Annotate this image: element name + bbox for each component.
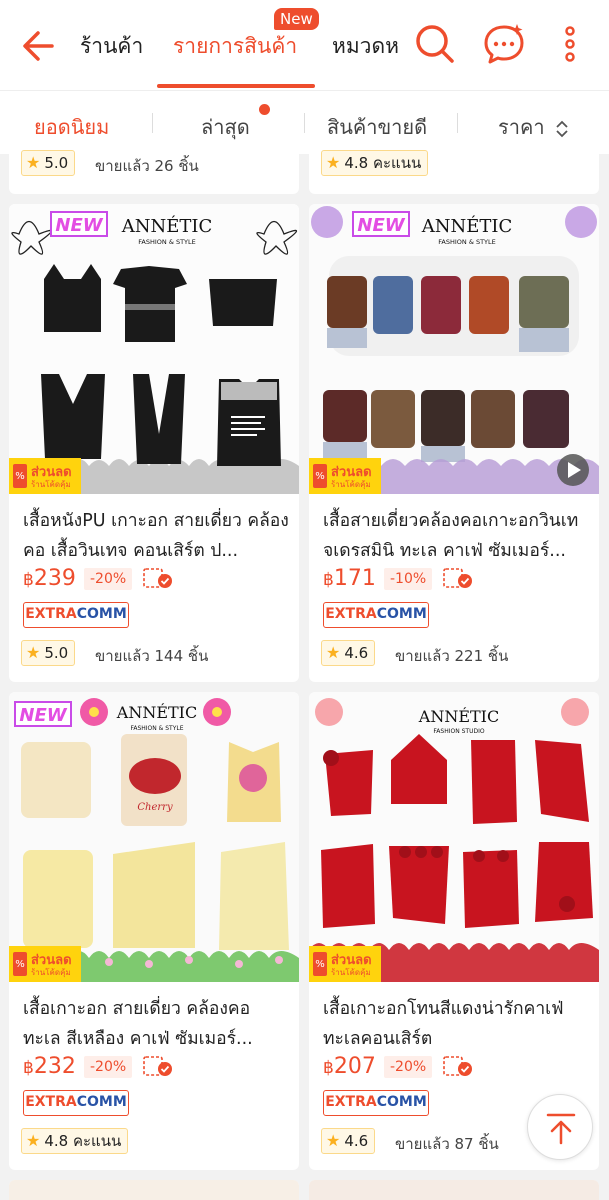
percent-icon: % <box>313 464 327 488</box>
discount-badge: -20% <box>84 568 133 590</box>
brand-logo: ANNÉTIC <box>116 702 197 722</box>
rating-badge: ★ 4.8 คะแนน <box>321 150 429 176</box>
product-card-partial[interactable] <box>9 1180 299 1200</box>
extra-comm-badge: EXTRACOMM <box>323 1090 429 1116</box>
extra-comm-badge: EXTRACOMM <box>23 1090 129 1116</box>
new-dot-indicator <box>259 104 270 115</box>
coupon-icon <box>443 1056 472 1076</box>
product-card-partial[interactable] <box>309 1180 599 1200</box>
product-price: ฿232 <box>23 1054 76 1079</box>
divider <box>152 113 153 133</box>
sort-arrows-icon <box>556 120 568 137</box>
extra-comm-badge: EXTRACOMM <box>23 602 129 628</box>
product-title: เสื้อสายเดี่ยวคล้องคอเกาะอกวินเทจเดรสมิน… <box>323 511 579 561</box>
new-tag: NEW <box>19 705 67 726</box>
promo-badge: % ส่วนลด ร้านโค้ดคุ้ม <box>309 458 381 494</box>
divider <box>304 113 305 133</box>
discount-badge: -20% <box>384 1056 433 1078</box>
product-card-partial[interactable]: ★ 5.0 ขายแล้ว 26 ชิ้น <box>9 150 299 194</box>
new-badge: New <box>274 8 319 30</box>
sort-best-selling[interactable]: สินค้าขายดี <box>327 111 427 143</box>
active-tab-indicator <box>157 84 315 88</box>
product-image: NEW ANNÉTIC FASHION & STYLE % ส่วนลด ร้า… <box>9 204 299 494</box>
star-icon: ★ <box>326 643 341 662</box>
brand-logo: ANNÉTIC <box>121 214 213 237</box>
product-title: เสื้อหนังPU เกาะอก สายเดี่ยว คล้องคอ เสื… <box>23 511 289 561</box>
product-image: NEW ANNÉTIC FASHION & STYLE % ส่วนลด ร้า… <box>309 204 599 494</box>
tab-shop[interactable]: ร้านค้า <box>80 30 143 63</box>
rating-badge: ★ 4.6 <box>321 640 376 666</box>
star-icon: ★ <box>326 153 341 172</box>
brand-tagline: FASHION STUDIO <box>433 728 484 735</box>
brand-logo: ANNÉTIC <box>421 214 513 237</box>
new-tag: NEW <box>357 215 405 236</box>
product-price: ฿207 <box>323 1054 376 1079</box>
product-image <box>309 1180 599 1200</box>
back-arrow-icon[interactable] <box>18 26 58 66</box>
sold-count: ขายแล้ว 144 ชิ้น <box>95 647 209 665</box>
brand-tagline: FASHION & STYLE <box>438 238 496 246</box>
product-title: เสื้อเกาะอก สายเดี่ยว คล้องคอ ทะเล สีเหล… <box>23 999 253 1049</box>
sort-popular[interactable]: ยอดนิยม <box>34 111 109 143</box>
percent-icon: % <box>13 952 27 976</box>
product-image: NEW ANNÉTIC FASHION & STYLE Cherry % ส่ว… <box>9 692 299 982</box>
percent-icon: % <box>313 952 327 976</box>
star-icon: ★ <box>26 153 41 172</box>
rating-badge: ★ 4.8 คะแนน <box>21 1128 129 1154</box>
search-icon[interactable] <box>413 22 457 66</box>
brand-tagline: FASHION & STYLE <box>138 238 196 246</box>
scroll-to-top-button[interactable] <box>527 1094 593 1160</box>
coupon-icon <box>143 568 172 588</box>
star-icon: ★ <box>326 1131 341 1150</box>
discount-badge: -10% <box>384 568 433 590</box>
promo-badge: % ส่วนลด ร้านโค้ดคุ้ม <box>9 458 81 494</box>
product-image <box>9 1180 299 1200</box>
sold-count: ขายแล้ว 26 ชิ้น <box>95 157 199 175</box>
divider <box>457 113 458 133</box>
rating-badge: ★ 4.6 <box>321 1128 376 1154</box>
product-card[interactable]: NEW ANNÉTIC FASHION & STYLE % ส่วนลด ร้า… <box>309 204 599 682</box>
product-card-partial[interactable]: ★ 4.8 คะแนน <box>309 150 599 194</box>
chat-icon[interactable] <box>482 22 526 66</box>
percent-icon: % <box>13 464 27 488</box>
product-title: เสื้อเกาะอกโทนสีแดงน่ารักคาเฟ่ทะเลคอนเสิ… <box>323 999 564 1049</box>
sort-bar: ยอดนิยม ล่าสุด สินค้าขายดี ราคา <box>0 90 609 154</box>
top-bar: ร้านค้า รายการสินค้า New หมวดหมู่ <box>0 0 609 90</box>
brand-logo: ANNÉTIC <box>418 706 499 726</box>
product-price: ฿171 <box>323 566 376 591</box>
rating-badge: ★ 5.0 <box>21 150 76 176</box>
new-tag: NEW <box>55 215 103 236</box>
more-vertical-icon[interactable] <box>550 22 590 66</box>
sold-count: ขายแล้ว 87 ชิ้น <box>395 1135 499 1153</box>
product-card[interactable]: NEW ANNÉTIC FASHION & STYLE % ส่วนลด ร้า… <box>9 204 299 682</box>
svg-text:Cherry: Cherry <box>137 802 173 813</box>
extra-comm-badge: EXTRACOMM <box>323 602 429 628</box>
sort-price[interactable]: ราคา <box>498 111 569 143</box>
rating-badge: ★ 5.0 <box>21 640 76 666</box>
promo-badge: % ส่วนลด ร้านโค้ดคุ้ม <box>9 946 81 982</box>
tab-categories[interactable]: หมวดหมู่ <box>332 30 400 63</box>
coupon-icon <box>443 568 472 588</box>
discount-badge: -20% <box>84 1056 133 1078</box>
product-price: ฿239 <box>23 566 76 591</box>
coupon-icon <box>143 1056 172 1076</box>
product-card[interactable]: NEW ANNÉTIC FASHION & STYLE Cherry % ส่ว… <box>9 692 299 1170</box>
scroll-to-top-icon <box>546 1113 576 1145</box>
sort-latest[interactable]: ล่าสุด <box>201 111 250 143</box>
sort-price-label: ราคา <box>498 115 545 139</box>
sold-count: ขายแล้ว 221 ชิ้น <box>395 647 509 665</box>
brand-tagline: FASHION & STYLE <box>130 725 183 732</box>
promo-badge: % ส่วนลด ร้านโค้ดคุ้ม <box>309 946 381 982</box>
star-icon: ★ <box>26 1131 41 1150</box>
tab-products[interactable]: รายการสินค้า <box>173 30 297 63</box>
product-image: ANNÉTIC FASHION STUDIO % ส่วนลด ร้านโค้ด… <box>309 692 599 982</box>
star-icon: ★ <box>26 643 41 662</box>
